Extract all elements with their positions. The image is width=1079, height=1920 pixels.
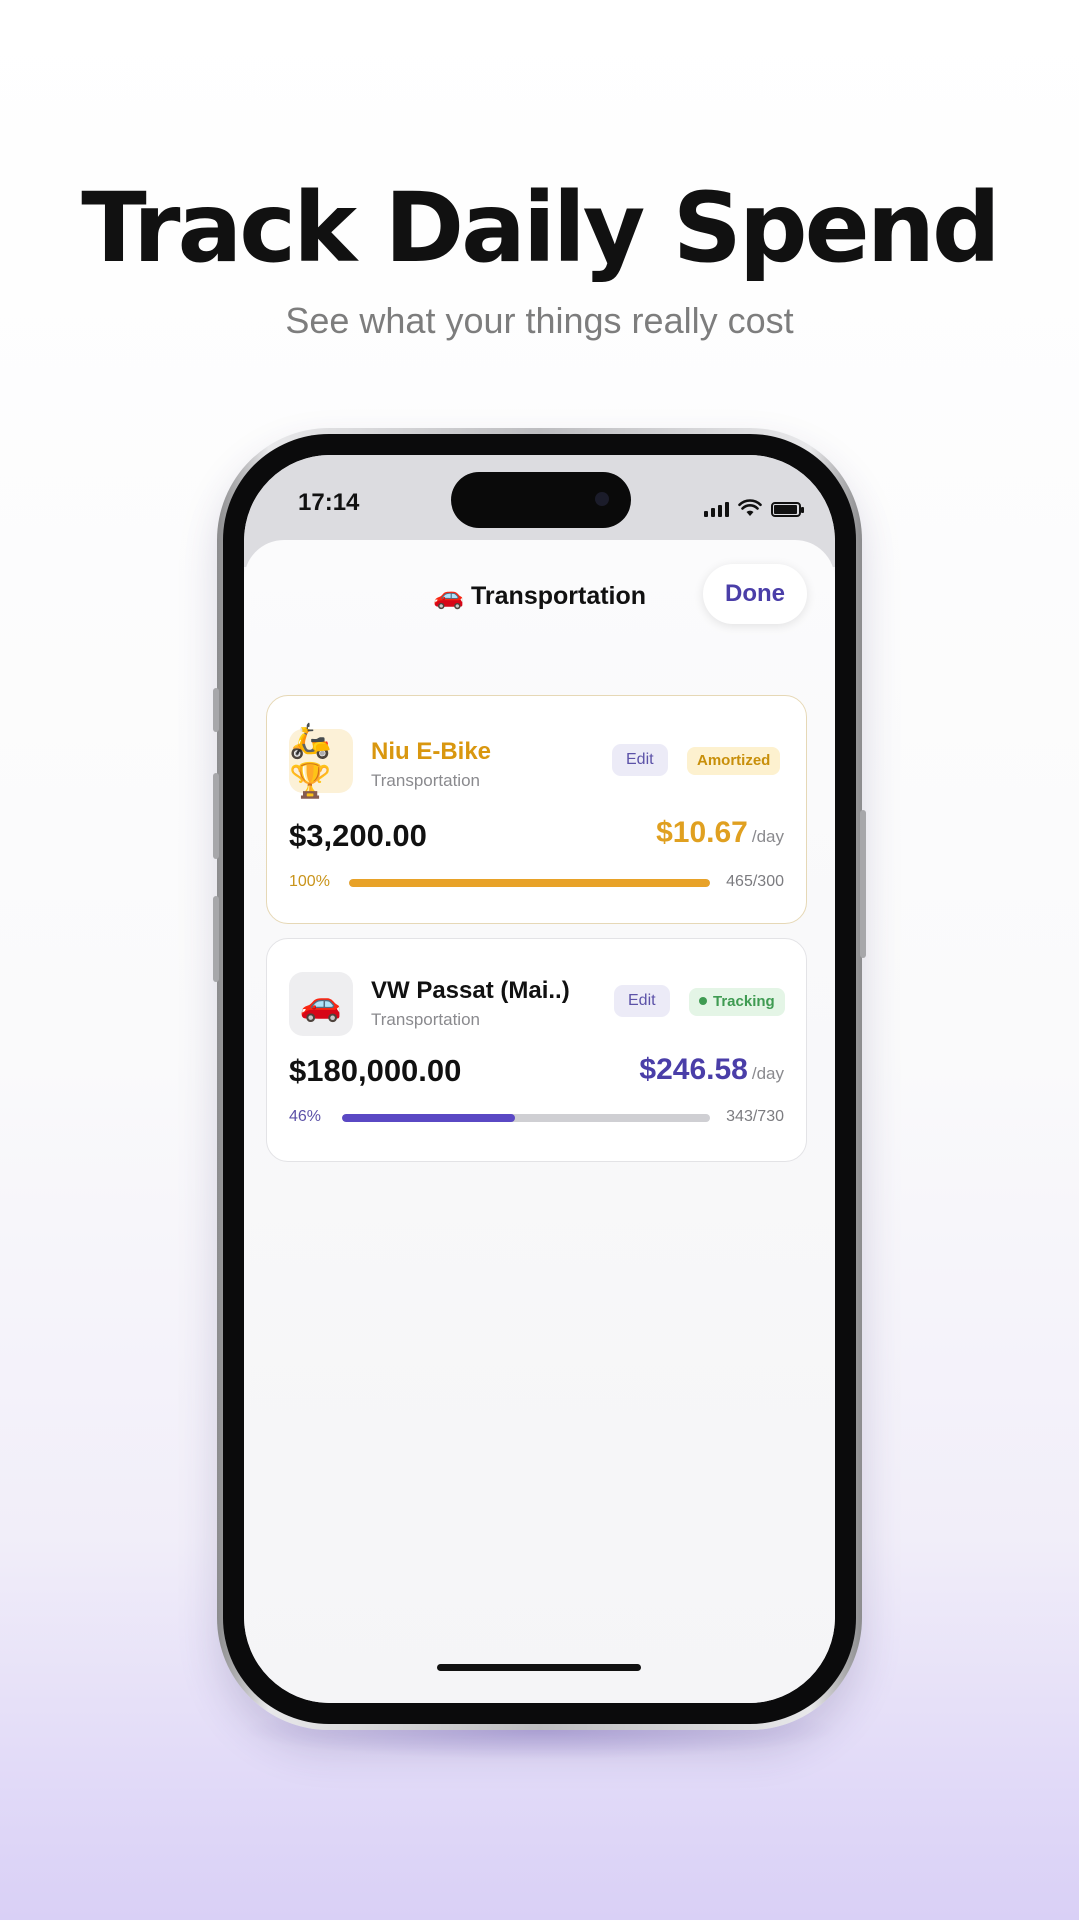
item-card-vw-passat[interactable]: 🚗 VW Passat (Mai..) Transportation Edit …	[266, 938, 807, 1162]
daily-cost: $246.58 /day	[639, 1053, 784, 1087]
item-name: Niu E-Bike	[371, 738, 492, 765]
done-button[interactable]: Done	[703, 564, 807, 624]
progress-percent: 46%	[289, 1108, 322, 1125]
days-count: 343/730	[726, 1108, 784, 1125]
progress-fill	[349, 879, 710, 887]
cellular-signal-icon	[704, 501, 729, 517]
progress-percent: 100%	[289, 873, 330, 890]
daily-cost-unit: /day	[751, 827, 784, 846]
days-count: 465/300	[726, 873, 784, 890]
daily-cost-value: $10.67	[656, 816, 748, 849]
progress-fill	[342, 1114, 515, 1122]
edit-button[interactable]: Edit	[612, 744, 668, 776]
battery-icon	[771, 502, 804, 517]
dynamic-island	[451, 472, 631, 528]
item-name: VW Passat (Mai..)	[371, 977, 570, 1004]
home-indicator[interactable]	[437, 1664, 641, 1671]
category-sheet: 🚗 Transportation Done 🛵🏆 Niu E-Bike Tran…	[244, 540, 835, 1703]
item-card-niu-e-bike[interactable]: 🛵🏆 Niu E-Bike Transportation Edit Amorti…	[266, 695, 807, 924]
phone-mockup: 17:14 🚗 Transportation Done 🛵🏆 Niu E-Bik…	[213, 428, 866, 1730]
item-price: $3,200.00	[289, 818, 427, 853]
front-camera-icon	[595, 492, 609, 506]
progress-bar	[349, 879, 710, 887]
status-time: 17:14	[298, 489, 360, 516]
volume-up-button	[213, 773, 219, 859]
amortized-badge: Amortized	[687, 747, 781, 775]
item-price: $180,000.00	[289, 1053, 462, 1088]
tracking-label: Tracking	[713, 993, 775, 1010]
tracking-badge: Tracking	[689, 988, 785, 1016]
car-icon: 🚗	[289, 972, 353, 1036]
promo-headline: Track Daily Spend	[81, 172, 1001, 284]
scooter-trophy-icon: 🛵🏆	[289, 722, 353, 800]
wifi-icon	[738, 499, 762, 516]
daily-cost: $10.67 /day	[656, 816, 784, 850]
action-button	[213, 688, 219, 732]
edit-button[interactable]: Edit	[614, 985, 670, 1017]
promo-subheadline: See what your things really cost	[285, 300, 794, 341]
item-category: Transportation	[371, 771, 480, 790]
tracking-dot-icon	[699, 997, 707, 1006]
daily-cost-unit: /day	[751, 1064, 784, 1083]
item-category: Transportation	[371, 1010, 480, 1029]
power-button	[860, 810, 866, 958]
progress-bar	[342, 1114, 710, 1122]
status-icons	[704, 495, 804, 517]
volume-down-button	[213, 896, 219, 982]
daily-cost-value: $246.58	[639, 1053, 748, 1086]
phone-screen: 17:14 🚗 Transportation Done 🛵🏆 Niu E-Bik…	[244, 455, 835, 1703]
battery-level	[774, 505, 797, 514]
